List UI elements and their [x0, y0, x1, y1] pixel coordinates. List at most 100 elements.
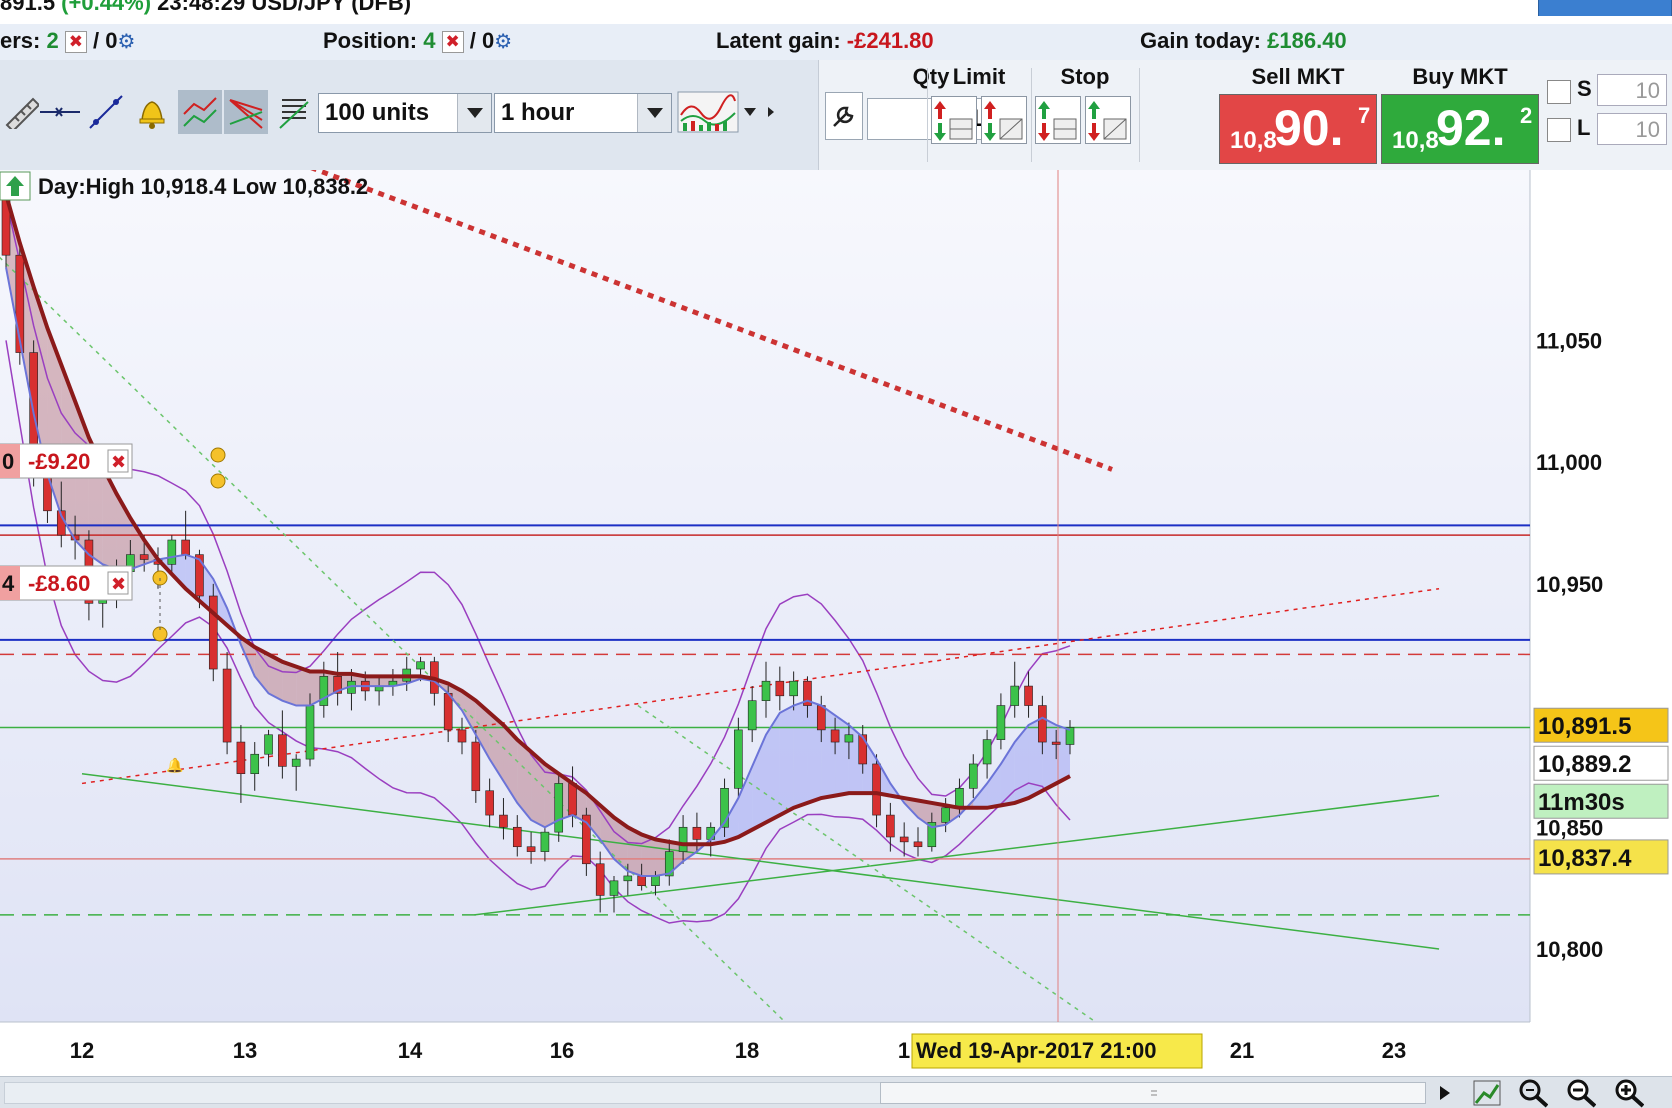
sell-market-button[interactable]: 10,8 90. 7 — [1219, 94, 1377, 164]
y-tick-label: 10,800 — [1536, 937, 1603, 962]
candle — [637, 875, 646, 886]
candle — [830, 729, 840, 743]
chevron-down-icon[interactable] — [738, 90, 762, 134]
chart-toolbar: 100 units 1 hour — [0, 60, 820, 170]
gear-icon[interactable]: ⚙ — [494, 31, 512, 53]
alert-bell-icon[interactable] — [130, 90, 174, 134]
cloud-segment — [793, 700, 808, 808]
candle — [139, 554, 149, 560]
sell-price-big: 90. — [1274, 100, 1344, 156]
position-tag[interactable]: 0 -£9.20 ✖ — [0, 443, 133, 479]
close-icon: ✖ — [111, 452, 126, 472]
deal-ticket: Qty Limit Stop Sell MKT Buy MKT 10,8 90.… — [818, 60, 1672, 170]
candle — [208, 595, 218, 670]
position-label: Position: — [323, 28, 418, 53]
sell-price-small: 10,8 — [1230, 127, 1277, 154]
limit-sell-icon[interactable] — [931, 96, 977, 144]
stop-buy-icon[interactable] — [1085, 96, 1131, 144]
zoom-out-icon[interactable] — [1566, 1079, 1596, 1108]
wrench-icon[interactable] — [825, 92, 863, 140]
limit-buy-icon[interactable] — [981, 96, 1027, 144]
gain-value: £186.40 — [1267, 28, 1347, 53]
fibonacci-icon[interactable] — [272, 90, 316, 134]
candle — [443, 693, 453, 731]
candle — [1038, 705, 1047, 743]
price-chart[interactable]: 🔔 0 -£9.20 ✖ 4 -£8.60 ✖ Day:High 10,918.4 Low 1… — [0, 170, 1672, 1076]
close-orders-icon[interactable]: ✖ — [64, 31, 87, 54]
buy-price-sup: 2 — [1520, 103, 1533, 128]
candle — [651, 875, 660, 886]
candle — [761, 680, 771, 701]
candle — [291, 758, 301, 767]
candle — [816, 705, 826, 731]
position-tag-left: 0 — [2, 449, 14, 474]
status-bar: ers: 2 ✖ / 0⚙ Position: 4 ✖ / 0⚙ Latent … — [0, 24, 1672, 60]
stop-sell-icon[interactable] — [1035, 96, 1081, 144]
candle — [554, 783, 564, 833]
candle — [181, 539, 190, 555]
crosshair-date-label: Wed 19-Apr-2017 21:00 — [916, 1038, 1157, 1063]
trendline-icon[interactable] — [84, 90, 128, 134]
window-menu-button[interactable] — [1538, 0, 1672, 16]
candle — [167, 539, 177, 565]
price-label: 10,837.4 — [1538, 845, 1632, 872]
stop-distance-input[interactable]: 10 — [1597, 74, 1667, 106]
candle — [775, 680, 785, 697]
position-tag-pnl: -£8.60 — [28, 571, 90, 596]
limit-checkbox[interactable] — [1547, 118, 1571, 142]
candle — [623, 875, 633, 882]
orders-count: 2 — [46, 28, 59, 53]
zoom-fit-icon[interactable] — [1518, 1079, 1548, 1108]
trade-size-select[interactable]: 100 units — [318, 93, 492, 133]
quote-text: 891.5 (+0.44%) 23:48:29 USD/JPY (DFB) — [0, 0, 411, 16]
alert-bell-icon: 🔔 — [166, 757, 183, 774]
position-zero: / 0 — [469, 28, 495, 53]
limit-distance-input[interactable]: 10 — [1597, 113, 1667, 145]
price-label: 10,889.2 — [1538, 751, 1631, 778]
candle — [305, 705, 315, 760]
y-tick-label: 10,950 — [1536, 572, 1603, 597]
candle — [485, 790, 494, 816]
x-tick-label: 12 — [70, 1038, 94, 1063]
buy-price-small: 10,8 — [1392, 127, 1439, 154]
candle — [996, 705, 1006, 740]
cloud-segment — [282, 661, 297, 706]
candle — [1024, 685, 1033, 706]
position-tag-left: 4 — [2, 571, 15, 596]
indicators-icon[interactable] — [676, 90, 740, 134]
price-label: 11m30s — [1538, 789, 1625, 816]
candle — [540, 831, 550, 852]
stop-checkbox[interactable] — [1547, 80, 1571, 104]
candle — [678, 826, 688, 852]
pan-tool-icon[interactable] — [1472, 1079, 1502, 1107]
scroll-thumb[interactable] — [880, 1082, 1426, 1104]
price-chart-area[interactable]: 🔔 0 -£9.20 ✖ 4 -£8.60 ✖ Day:High 10,918.4 Low 1… — [0, 170, 1672, 1076]
chevron-down-icon[interactable] — [637, 94, 671, 132]
interval-select[interactable]: 1 hour — [494, 93, 672, 133]
x-tick-label: 13 — [233, 1038, 257, 1063]
channel-icon[interactable] — [178, 90, 222, 134]
gain-label: Gain today: — [1140, 28, 1262, 53]
order-marker — [210, 473, 226, 489]
buy-market-button[interactable]: 10,8 92. 2 — [1381, 94, 1539, 164]
candle — [278, 734, 287, 767]
limit-header: Limit — [952, 64, 1006, 89]
gear-icon[interactable]: ⚙ — [117, 31, 135, 53]
interval-value: 1 hour — [501, 99, 575, 126]
scroll-right-icon[interactable] — [1430, 1079, 1460, 1107]
chevron-down-icon[interactable] — [457, 94, 491, 132]
zoom-in-icon[interactable] — [1614, 1079, 1644, 1108]
horizontal-line-icon[interactable] — [38, 90, 82, 134]
close-positions-icon[interactable]: ✖ — [441, 31, 464, 54]
chevron-right-icon[interactable] — [764, 90, 778, 134]
chart-scrollbar[interactable] — [0, 1076, 1672, 1108]
candle — [899, 836, 909, 843]
price-label: 10,891.5 — [1538, 713, 1631, 740]
candle — [692, 826, 702, 840]
orders-label: ers: — [0, 28, 41, 53]
candle — [789, 680, 798, 697]
fan-icon[interactable] — [224, 90, 268, 134]
x-tick-label: 23 — [1382, 1038, 1406, 1063]
position-tag[interactable]: 4 -£8.60 ✖ — [0, 565, 133, 601]
x-tick-label: 14 — [398, 1038, 423, 1063]
